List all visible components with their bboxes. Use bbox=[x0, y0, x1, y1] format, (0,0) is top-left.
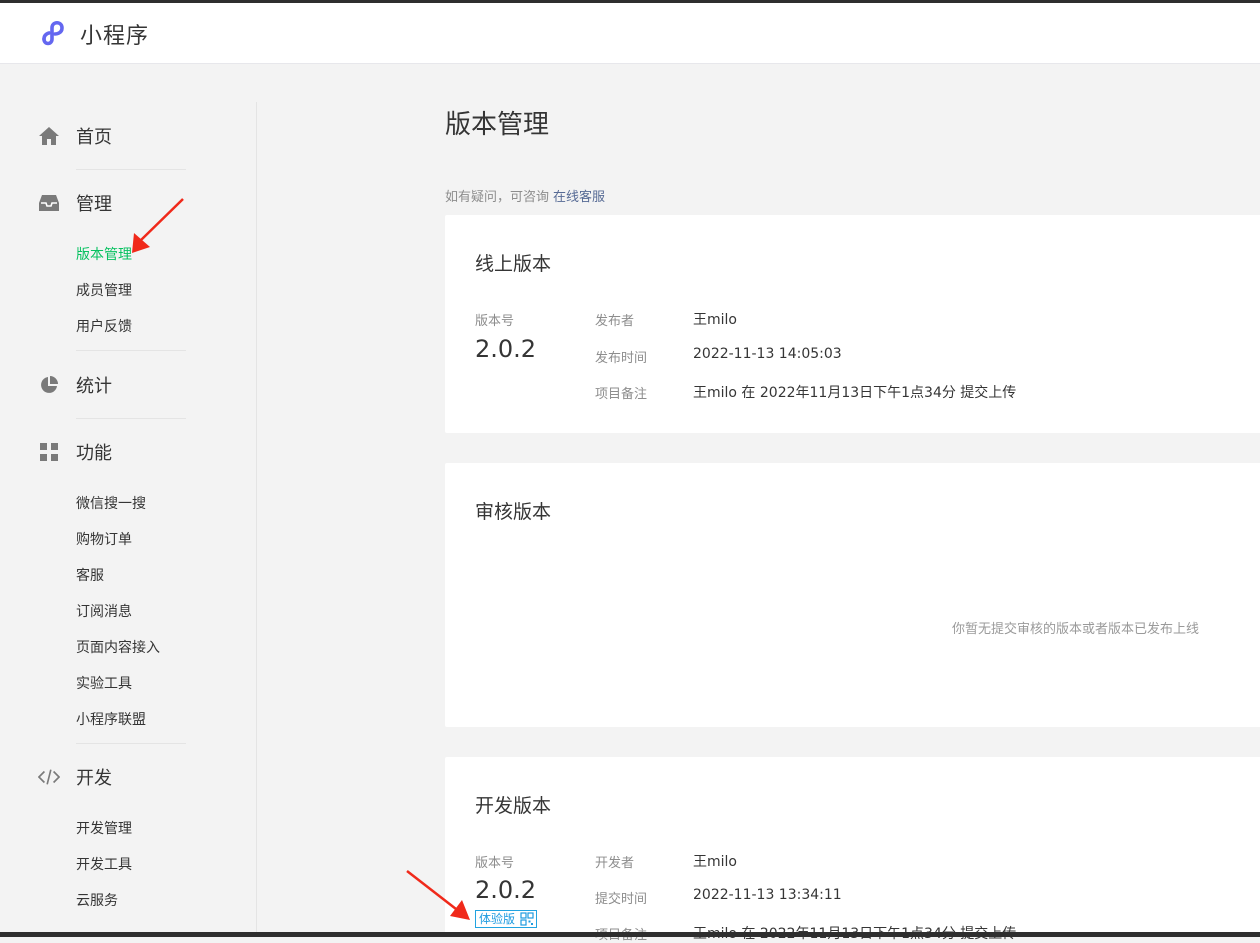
online-service-link[interactable]: 在线客服 bbox=[553, 190, 605, 205]
review-empty-text: 你暂无提交审核的版本或者版本已发布上线 bbox=[952, 622, 1200, 637]
publish-time-label: 发布时间 bbox=[595, 351, 648, 366]
nav-features-label: 功能 bbox=[76, 443, 112, 464]
nav-separator bbox=[76, 418, 186, 419]
page-title: 版本管理 bbox=[445, 110, 550, 140]
review-version-title: 审核版本 bbox=[475, 501, 552, 523]
publish-time-value: 2022-11-13 14:05:03 bbox=[693, 346, 842, 362]
nav-home-label: 首页 bbox=[76, 127, 112, 148]
home-icon bbox=[38, 125, 60, 147]
review-version-card: 审核版本 你暂无提交审核的版本或者版本已发布上线 bbox=[445, 463, 1260, 727]
online-version-card: 线上版本 版本号 2.0.2 发布者 王milo 发布时间 2022-11-13… bbox=[445, 215, 1260, 433]
nav-stats-label: 统计 bbox=[76, 376, 112, 397]
sidebar-item-shopping-orders[interactable]: 购物订单 bbox=[76, 529, 132, 549]
nav-manage-label: 管理 bbox=[76, 194, 112, 215]
online-version-number: 2.0.2 bbox=[475, 335, 537, 363]
publisher-label: 发布者 bbox=[595, 314, 635, 329]
sidebar-item-user-feedback[interactable]: 用户反馈 bbox=[76, 316, 132, 336]
nav-separator bbox=[76, 743, 186, 744]
submit-time-value: 2022-11-13 13:34:11 bbox=[693, 887, 842, 903]
submit-time-label: 提交时间 bbox=[595, 892, 648, 907]
dev-version-card: 开发版本 版本号 2.0.2 体验版 开发者 王milo 提交时间 2022-1… bbox=[445, 757, 1260, 943]
nav-manage[interactable]: 管理 bbox=[38, 189, 112, 217]
online-version-title: 线上版本 bbox=[475, 253, 552, 275]
nav-stats[interactable]: 统计 bbox=[38, 371, 112, 399]
sidebar-item-experiment-tools[interactable]: 实验工具 bbox=[76, 673, 132, 693]
nav-dev-label: 开发 bbox=[76, 768, 112, 789]
sidebar-item-miniprogram-alliance[interactable]: 小程序联盟 bbox=[76, 709, 146, 729]
sidebar-divider bbox=[256, 102, 257, 932]
sidebar-item-page-content[interactable]: 页面内容接入 bbox=[76, 637, 160, 657]
sidebar-item-version-manage[interactable]: 版本管理 bbox=[76, 244, 132, 264]
nav-home[interactable]: 首页 bbox=[38, 122, 112, 150]
sidebar-item-dev-manage[interactable]: 开发管理 bbox=[76, 818, 132, 838]
trial-version-tag[interactable]: 体验版 bbox=[475, 910, 538, 928]
project-note-value: 王milo 在 2022年11月13日下午1点34分 提交上传 bbox=[693, 385, 1017, 401]
inbox-icon bbox=[38, 192, 60, 214]
developer-label: 开发者 bbox=[595, 856, 635, 871]
nav-features[interactable]: 功能 bbox=[38, 438, 112, 466]
trial-version-label: 体验版 bbox=[479, 912, 516, 926]
sidebar-item-subscription-messages[interactable]: 订阅消息 bbox=[76, 601, 132, 621]
nav-separator bbox=[76, 169, 186, 170]
qrcode-icon[interactable] bbox=[520, 912, 534, 926]
pie-chart-icon bbox=[38, 374, 60, 396]
code-icon bbox=[38, 766, 60, 788]
miniprogram-logo-icon[interactable] bbox=[38, 17, 72, 49]
nav-dev[interactable]: 开发 bbox=[38, 763, 112, 791]
version-number-label: 版本号 bbox=[475, 856, 515, 871]
help-text: 如有疑问，可咨询 bbox=[445, 190, 550, 205]
nav-separator bbox=[76, 350, 186, 351]
help-line: 如有疑问，可咨询 在线客服 bbox=[445, 186, 605, 205]
sidebar-item-member-manage[interactable]: 成员管理 bbox=[76, 280, 132, 300]
dev-version-number: 2.0.2 bbox=[475, 876, 537, 904]
publisher-value: 王milo bbox=[693, 312, 737, 328]
project-note-label: 项目备注 bbox=[595, 387, 648, 402]
sidebar-item-cloud-service[interactable]: 云服务 bbox=[76, 890, 118, 910]
sidebar-item-wechat-search[interactable]: 微信搜一搜 bbox=[76, 493, 146, 513]
version-number-label: 版本号 bbox=[475, 314, 515, 329]
developer-value: 王milo bbox=[693, 854, 737, 870]
grid-icon bbox=[38, 441, 60, 463]
top-header: 小程序 bbox=[0, 3, 1260, 64]
app-title: 小程序 bbox=[80, 24, 150, 49]
sidebar-item-dev-tools[interactable]: 开发工具 bbox=[76, 854, 132, 874]
window-bottom-edge bbox=[0, 932, 1260, 937]
dev-version-title: 开发版本 bbox=[475, 795, 552, 817]
sidebar-item-customer-service[interactable]: 客服 bbox=[76, 565, 104, 585]
